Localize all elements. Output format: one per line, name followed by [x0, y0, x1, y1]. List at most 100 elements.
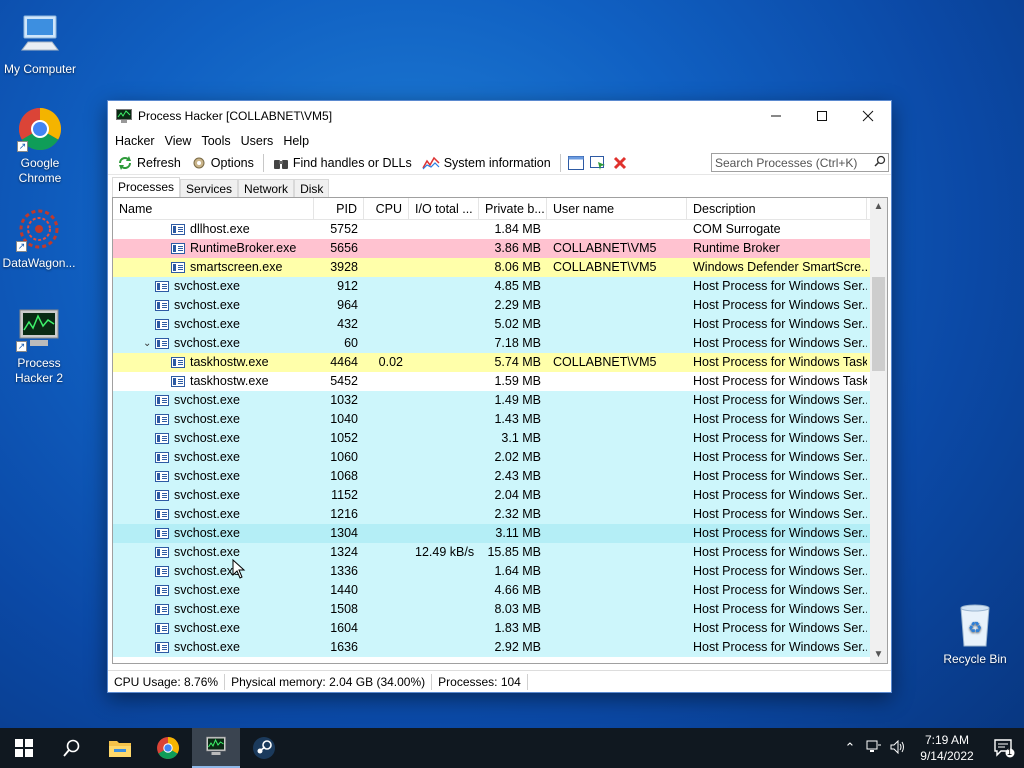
minimize-button[interactable] — [753, 101, 799, 131]
taskbar-clock[interactable]: 7:19 AM 9/14/2022 — [910, 732, 984, 764]
table-row[interactable]: svchost.exe 912 4.85 MB Host Process for Wi… — [113, 277, 871, 296]
io-total-cell — [409, 505, 479, 524]
column-header-pid[interactable]: PID — [314, 198, 364, 219]
process-icon — [155, 433, 169, 444]
maximize-button[interactable] — [799, 101, 845, 131]
scrollbar-thumb[interactable] — [872, 277, 885, 371]
process-list[interactable]: Name PID CPU I/O total ... Private b... … — [112, 197, 888, 664]
scroll-up-icon[interactable]: ▲ — [870, 198, 887, 215]
table-row[interactable]: taskhostw.exe 4464 0.02 5.74 MB COLLABNET\VM… — [113, 353, 871, 372]
table-row[interactable]: RuntimeBroker.exe 5656 3.86 MB COLLABNET\VM… — [113, 239, 871, 258]
io-total-cell — [409, 619, 479, 638]
system-information-button[interactable]: System information — [417, 152, 556, 174]
desktop-icon-process-hacker[interactable]: ↗ Process Hacker 2 — [0, 308, 78, 386]
description-cell: Host Process for Windows Ser... — [693, 412, 867, 426]
table-row[interactable]: svchost.exe 1152 2.04 MB Host Process for W… — [113, 486, 871, 505]
table-row[interactable]: svchost.exe 1040 1.43 MB Host Process for W… — [113, 410, 871, 429]
table-row[interactable]: svchost.exe 1440 4.66 MB Host Process for W… — [113, 581, 871, 600]
table-row[interactable]: svchost.exe 1052 3.1 MB Host Process for Wi… — [113, 429, 871, 448]
process-name-cell: svchost.exe — [113, 543, 314, 562]
table-row[interactable]: svchost.exe 1216 2.32 MB Host Process for W… — [113, 505, 871, 524]
process-icon — [155, 300, 169, 311]
table-row[interactable]: svchost.exe 1636 2.92 MB Host Process for W… — [113, 638, 871, 657]
taskbar-search-button[interactable] — [48, 728, 96, 768]
chevron-up-icon[interactable]: ⌃ — [838, 740, 862, 756]
pid-cell: 1060 — [330, 450, 358, 464]
table-row[interactable]: svchost.exe 432 5.02 MB Host Process for Wi… — [113, 315, 871, 334]
refresh-button[interactable]: Refresh — [112, 152, 186, 174]
pid-cell: 964 — [337, 298, 358, 312]
close-icon — [613, 156, 626, 169]
cpu-cell — [364, 448, 409, 467]
table-row[interactable]: taskhostw.exe 5452 1.59 MB Host Process for… — [113, 372, 871, 391]
table-row[interactable]: svchost.exe 1304 3.11 MB Host Process for W… — [113, 524, 871, 543]
table-row[interactable]: smartscreen.exe 3928 8.06 MB COLLABNET\VM5 W… — [113, 258, 871, 277]
close-button[interactable] — [845, 101, 891, 131]
find-window-button[interactable] — [587, 152, 609, 174]
column-header-user-name[interactable]: User name — [547, 198, 687, 219]
private-bytes-cell: 3.1 MB — [501, 431, 541, 445]
chrome-icon — [157, 737, 179, 759]
menu-view[interactable]: View — [160, 134, 197, 148]
process-name: svchost.exe — [174, 507, 241, 521]
taskbar-steam[interactable] — [240, 728, 288, 768]
menu-users[interactable]: Users — [236, 134, 279, 148]
pid-cell: 1324 — [330, 545, 358, 559]
process-name: svchost.exe — [174, 583, 241, 597]
process-icon — [155, 509, 169, 520]
taskbar-file-explorer[interactable] — [96, 728, 144, 768]
start-button[interactable] — [0, 728, 48, 768]
process-icon — [155, 414, 169, 425]
menu-hacker[interactable]: Hacker — [110, 134, 160, 148]
notification-center-button[interactable]: 1 — [984, 728, 1024, 768]
volume-icon[interactable] — [886, 739, 910, 757]
tab-services[interactable]: Services — [180, 179, 239, 197]
desktop-icon-datawagon[interactable]: ↗ DataWagon... — [0, 206, 79, 271]
table-row[interactable]: svchost.exe 964 2.29 MB Host Process for Wi… — [113, 296, 871, 315]
table-row[interactable]: ⌄ svchost.exe 60 7.18 MB Host Process for Wi… — [113, 334, 871, 353]
menu-help[interactable]: Help — [278, 134, 314, 148]
scroll-down-icon[interactable]: ▼ — [870, 646, 887, 663]
taskbar-process-hacker[interactable] — [192, 728, 240, 768]
io-total-cell — [409, 638, 479, 657]
tab-disk[interactable]: Disk — [294, 179, 330, 197]
table-row[interactable]: svchost.exe 1336 1.64 MB Host Process for W… — [113, 562, 871, 581]
taskbar-chrome[interactable] — [144, 728, 192, 768]
table-row[interactable]: svchost.exe 1604 1.83 MB Host Process for W… — [113, 619, 871, 638]
process-name: svchost.exe — [174, 545, 241, 559]
process-name: svchost.exe — [174, 393, 241, 407]
terminate-button[interactable] — [609, 152, 631, 174]
column-header-name[interactable]: Name — [113, 198, 314, 219]
desktop-icon-google-chrome[interactable]: ↗ Google Chrome — [0, 106, 80, 186]
io-total-cell — [409, 334, 479, 353]
show-window-button[interactable] — [565, 152, 587, 174]
table-row[interactable]: dllhost.exe 5752 1.84 MB COM Surrogate — [113, 220, 871, 239]
tab-processes[interactable]: Processes — [112, 177, 181, 197]
menu-tools[interactable]: Tools — [196, 134, 235, 148]
chevron-down-icon[interactable]: ⌄ — [143, 334, 155, 353]
title-bar[interactable]: Process Hacker [COLLABNET\VM5] — [108, 101, 891, 131]
process-name: svchost.exe — [174, 488, 241, 502]
process-name: svchost.exe — [174, 317, 241, 331]
search-processes-input[interactable]: Search Processes (Ctrl+K) — [711, 153, 889, 172]
network-icon[interactable] — [862, 740, 886, 757]
column-header-cpu[interactable]: CPU — [364, 198, 409, 219]
column-header-private-bytes[interactable]: Private b... — [479, 198, 547, 219]
find-handles-button[interactable]: Find handles or DLLs — [268, 152, 417, 174]
table-row[interactable]: svchost.exe 1060 2.02 MB Host Process for W… — [113, 448, 871, 467]
desktop-icon-recycle-bin[interactable]: ♻ Recycle Bin — [935, 602, 1015, 667]
desktop-icon-my-computer[interactable]: My Computer — [0, 10, 80, 77]
table-row[interactable]: svchost.exe 1508 8.03 MB Host Process for W… — [113, 600, 871, 619]
private-bytes-cell: 2.04 MB — [494, 488, 541, 502]
tab-network[interactable]: Network — [238, 179, 295, 197]
table-row[interactable]: svchost.exe 1324 12.49 kB/s 15.85 MB Host Pr… — [113, 543, 871, 562]
private-bytes-cell: 5.02 MB — [494, 317, 541, 331]
find-window-icon — [589, 155, 605, 170]
vertical-scrollbar[interactable]: ▲ ▼ — [870, 198, 887, 663]
column-header-io-total[interactable]: I/O total ... — [409, 198, 479, 219]
table-row[interactable]: svchost.exe 1068 2.43 MB Host Process for W… — [113, 467, 871, 486]
cpu-cell — [364, 600, 409, 619]
options-button[interactable]: Options — [186, 152, 259, 174]
table-row[interactable]: svchost.exe 1032 1.49 MB Host Process for W… — [113, 391, 871, 410]
column-header-description[interactable]: Description — [687, 198, 867, 219]
